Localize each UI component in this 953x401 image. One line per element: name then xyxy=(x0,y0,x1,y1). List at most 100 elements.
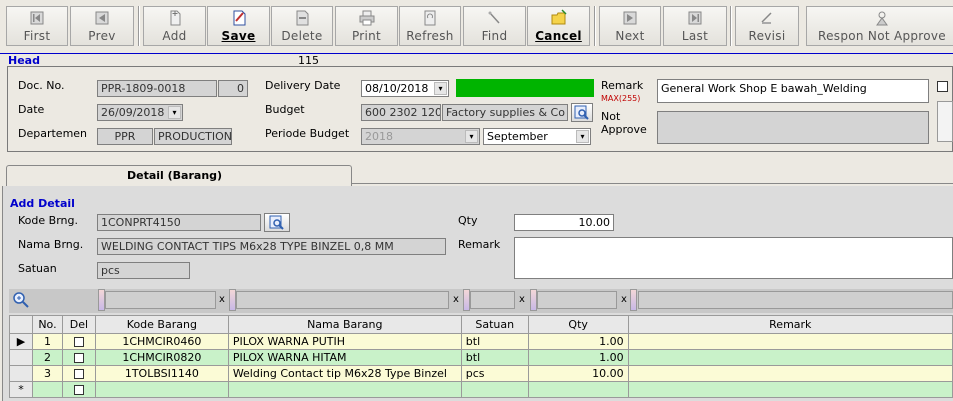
filter-remark-input[interactable] xyxy=(638,291,953,309)
head-side-button[interactable] xyxy=(937,101,953,142)
cell-remark[interactable] xyxy=(627,333,953,350)
filter-handle[interactable] xyxy=(463,289,470,311)
doc-rev-field: 0 xyxy=(218,80,248,97)
filter-handle[interactable] xyxy=(229,289,236,311)
new-row-marker[interactable]: * xyxy=(9,381,33,398)
last-button[interactable]: Last xyxy=(663,6,727,46)
toolbar-separator xyxy=(594,6,596,46)
detail-grid: No. Del Kode Barang Nama Barang Satuan Q… xyxy=(9,315,953,398)
tab-detail-barang[interactable]: Detail (Barang) xyxy=(6,165,352,187)
table-row[interactable]: 3 1TOLBSI1140 Welding Contact tip M6x28 … xyxy=(9,365,953,382)
filter-kode-clear[interactable]: x xyxy=(219,294,225,305)
col-header-no[interactable]: No. xyxy=(31,315,63,334)
detail-remark-field[interactable] xyxy=(514,237,953,279)
cell-remark[interactable] xyxy=(627,349,953,366)
head-checkbox[interactable] xyxy=(937,81,948,92)
cell-del[interactable] xyxy=(61,381,96,398)
col-header-kode-barang[interactable]: Kode Barang xyxy=(94,315,229,334)
toolbar-separator xyxy=(730,6,732,46)
save-button[interactable]: Save xyxy=(207,6,270,46)
last-label: Last xyxy=(681,29,709,43)
cell-satuan: btl xyxy=(460,333,529,350)
filter-nama-input[interactable] xyxy=(236,291,449,309)
col-header-satuan[interactable]: Satuan xyxy=(460,315,529,334)
zoom-icon[interactable] xyxy=(12,291,30,309)
respon-not-approve-button[interactable]: Respon Not Approve xyxy=(806,6,953,46)
filter-kode-input[interactable] xyxy=(105,291,216,309)
remark-label: Remark xyxy=(601,79,644,92)
status-indicator xyxy=(456,79,594,97)
delete-label: Delete xyxy=(281,29,323,43)
delete-checkbox[interactable] xyxy=(73,353,84,363)
filter-satuan-clear[interactable]: x xyxy=(519,294,525,305)
table-row[interactable]: ▶ 1 1CHMCIR0460 PILOX WARNA PUTIH btl 1.… xyxy=(9,333,953,350)
print-icon xyxy=(359,10,374,26)
filter-handle[interactable] xyxy=(630,289,637,311)
cell-del[interactable] xyxy=(61,365,96,382)
cell-remark[interactable] xyxy=(627,381,953,398)
cell-satuan[interactable] xyxy=(460,381,529,398)
prev-button[interactable]: Prev xyxy=(70,6,134,46)
chevron-down-icon[interactable]: ▾ xyxy=(434,82,447,95)
cell-nama-barang[interactable] xyxy=(227,381,462,398)
col-header-nama-barang[interactable]: Nama Barang xyxy=(227,315,462,334)
col-header-qty[interactable]: Qty xyxy=(527,315,629,334)
lookup-icon xyxy=(269,215,284,230)
first-button[interactable]: First xyxy=(6,6,68,46)
filter-qty-input[interactable] xyxy=(537,291,617,309)
cell-qty: 1.00 xyxy=(527,333,629,350)
cell-del[interactable] xyxy=(61,333,96,350)
filter-handle[interactable] xyxy=(98,289,105,311)
col-header-remark[interactable]: Remark xyxy=(627,315,953,334)
periode-year-select[interactable]: 2018 ▾ xyxy=(361,128,480,145)
row-selector[interactable] xyxy=(9,365,33,382)
cell-del[interactable] xyxy=(61,349,96,366)
col-header-del[interactable]: Del xyxy=(61,315,96,334)
row-selector-header xyxy=(9,315,33,334)
cancel-label: Cancel xyxy=(535,29,582,43)
kode-lookup-button[interactable] xyxy=(264,213,290,232)
refresh-button[interactable]: Refresh xyxy=(399,6,461,46)
periode-month-select[interactable]: September ▾ xyxy=(483,128,591,145)
delivery-date-label: Delivery Date xyxy=(265,79,341,92)
cell-no xyxy=(31,381,63,398)
delivery-date-field[interactable]: 08/10/2018 ▾ xyxy=(361,80,449,97)
kode-brng-field[interactable]: 1CONPRT4150 xyxy=(97,214,261,231)
budget-lookup-button[interactable] xyxy=(571,103,593,122)
delete-icon xyxy=(296,10,309,26)
toolbar: First Prev Add Save Delete Print Refresh… xyxy=(0,0,953,50)
filter-satuan-input[interactable] xyxy=(470,291,515,309)
cancel-button[interactable]: Cancel xyxy=(527,6,590,46)
delete-checkbox[interactable] xyxy=(73,385,84,395)
filter-qty-clear[interactable]: x xyxy=(621,294,627,305)
cell-qty[interactable] xyxy=(527,381,629,398)
print-button[interactable]: Print xyxy=(335,6,398,46)
chevron-down-icon[interactable]: ▾ xyxy=(465,130,478,143)
remark-field[interactable]: General Work Shop E bawah_Welding xyxy=(657,79,929,103)
qty-field[interactable]: 10.00 xyxy=(514,214,614,231)
cell-remark[interactable] xyxy=(627,365,953,382)
filter-handle[interactable] xyxy=(530,289,537,311)
table-row[interactable]: 2 1CHMCIR0820 PILOX WARNA HITAM btl 1.00 xyxy=(9,349,953,366)
chevron-down-icon[interactable]: ▾ xyxy=(576,130,589,143)
chevron-down-icon[interactable]: ▾ xyxy=(168,106,181,119)
cell-kode-barang[interactable] xyxy=(94,381,229,398)
next-button[interactable]: Next xyxy=(599,6,661,46)
satuan-field: pcs xyxy=(97,262,190,279)
add-button[interactable]: Add xyxy=(143,6,206,46)
new-row[interactable]: * xyxy=(9,381,953,398)
delete-checkbox[interactable] xyxy=(73,369,84,379)
date-value: 26/09/2018 xyxy=(101,106,165,119)
row-selector[interactable] xyxy=(9,349,33,366)
current-row-marker[interactable]: ▶ xyxy=(9,333,33,350)
delete-checkbox[interactable] xyxy=(73,337,84,347)
find-button[interactable]: Find xyxy=(463,6,526,46)
date-field[interactable]: 26/09/2018 ▾ xyxy=(97,104,183,121)
filter-nama-clear[interactable]: x xyxy=(453,294,459,305)
not-approve-label: Not Approve xyxy=(601,110,647,136)
revisi-button[interactable]: Revisi xyxy=(735,6,799,46)
delete-button[interactable]: Delete xyxy=(271,6,333,46)
nama-brng-field: WELDING CONTACT TIPS M6x28 TYPE BINZEL 0… xyxy=(97,238,446,255)
periode-budget-label: Periode Budget xyxy=(265,127,350,140)
periode-month-value: September xyxy=(487,130,548,143)
